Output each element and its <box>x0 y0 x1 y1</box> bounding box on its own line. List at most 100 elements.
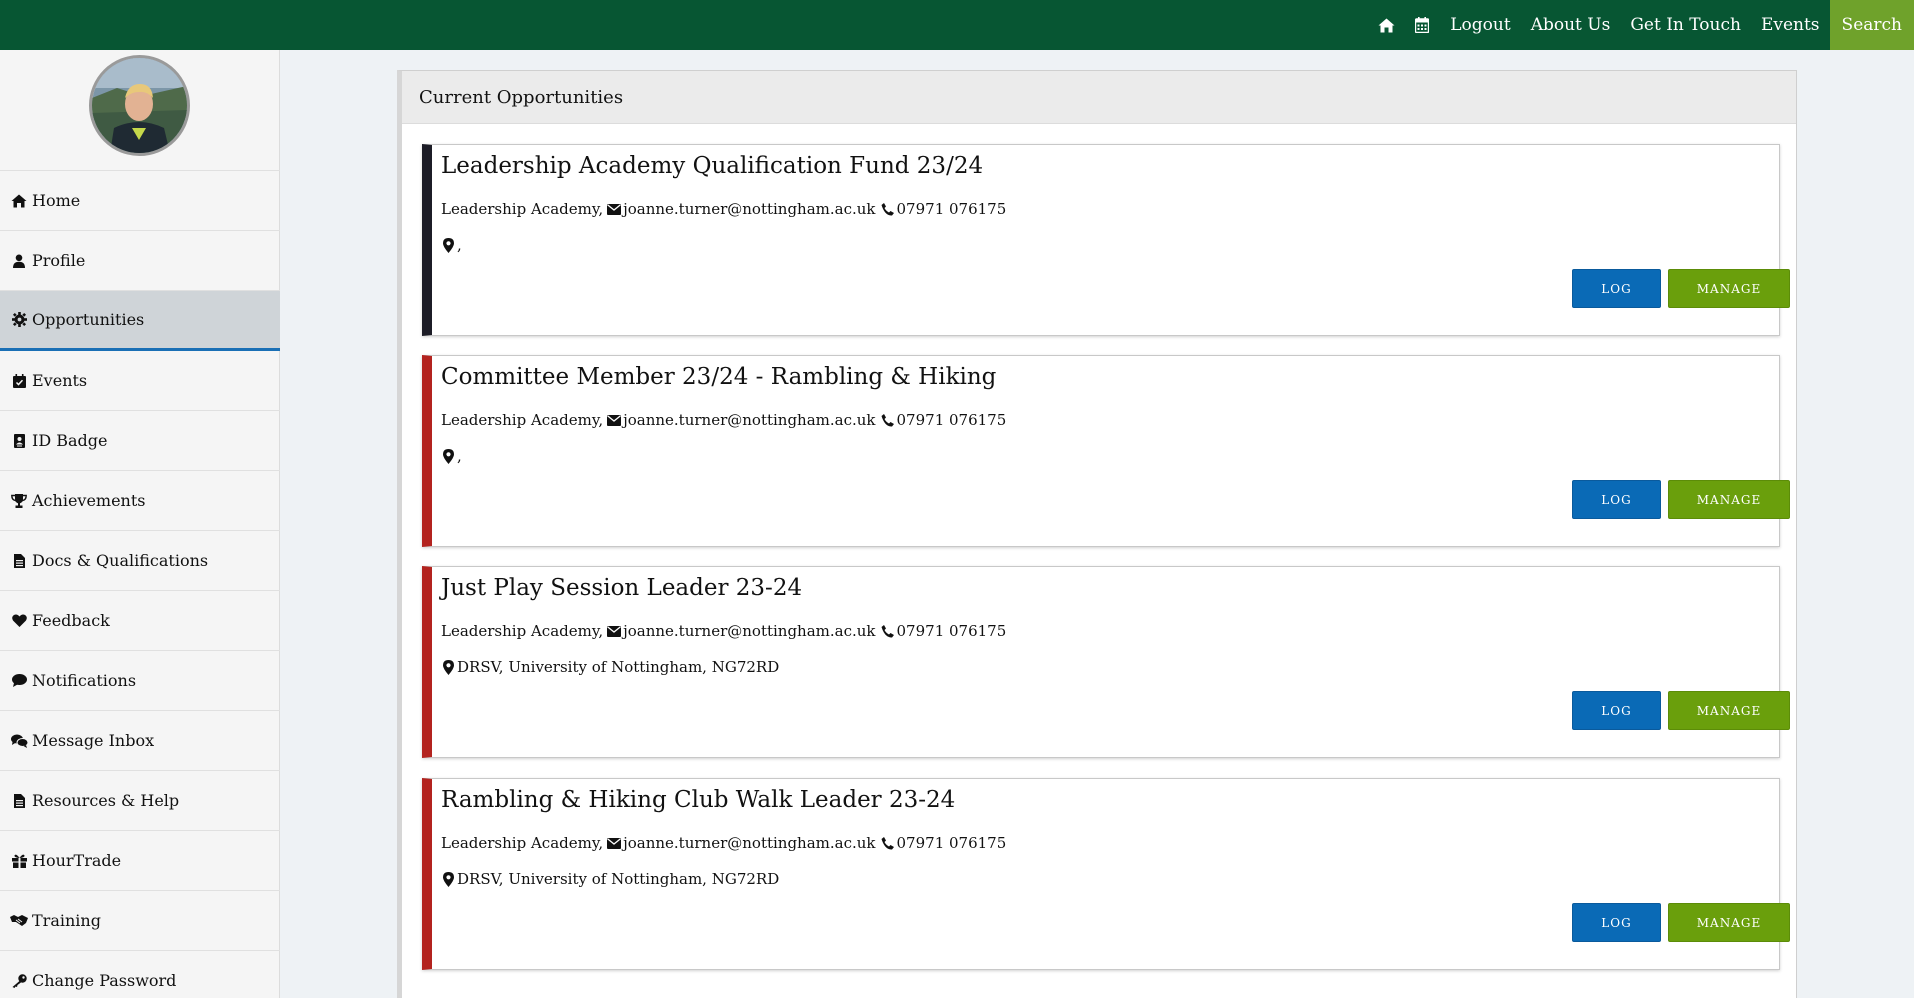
log-button[interactable]: LOG <box>1572 480 1661 519</box>
opportunity-location: , <box>441 447 462 465</box>
sidebar-item-label: Docs & Qualifications <box>32 551 209 570</box>
sidebar-item-events[interactable]: Events <box>0 351 280 411</box>
sidebar-item-opportunities[interactable]: Opportunities <box>0 291 280 351</box>
contact-email[interactable]: joanne.turner@nottingham.ac.uk <box>623 200 875 218</box>
sidebar-item-label: Home <box>32 191 81 210</box>
file-icon <box>10 793 28 809</box>
nav-contact-link[interactable]: Get In Touch <box>1620 0 1751 50</box>
sidebar-item-notifications[interactable]: Notifications <box>0 651 280 711</box>
opportunity-location: DRSV, University of Nottingham, NG72RD <box>441 658 779 676</box>
sidebar-item-label: HourTrade <box>32 851 122 870</box>
opportunity-contact: Leadership Academy, joanne.turner@nottin… <box>441 622 1006 640</box>
sidebar-item-label: Events <box>32 371 88 390</box>
panel-title: Current Opportunities <box>402 71 1796 124</box>
opportunity-card: Just Play Session Leader 23-24 Leadershi… <box>422 566 1790 758</box>
sidebar-item-hourtrade[interactable]: HourTrade <box>0 831 280 891</box>
sidebar-item-resources-help[interactable]: Resources & Help <box>0 771 280 831</box>
home-icon[interactable] <box>1368 0 1404 50</box>
map-marker-icon <box>441 448 456 464</box>
sidebar-item-label: Change Password <box>32 971 177 990</box>
opportunity-title: Just Play Session Leader 23-24 <box>441 575 803 601</box>
organisation-name: Leadership Academy, <box>441 834 604 852</box>
sidebar-item-feedback[interactable]: Feedback <box>0 591 280 651</box>
log-button[interactable]: LOG <box>1572 269 1661 308</box>
map-marker-icon <box>441 237 456 253</box>
opportunity-location: , <box>441 236 462 254</box>
contact-email[interactable]: joanne.turner@nottingham.ac.uk <box>623 834 875 852</box>
handshake-icon <box>10 913 28 929</box>
nav-search-link[interactable]: Search <box>1829 0 1914 50</box>
document-icon <box>10 553 28 569</box>
sidebar-item-label: Achievements <box>32 491 146 510</box>
envelope-icon <box>606 836 622 850</box>
key-icon <box>10 973 28 989</box>
opportunity-card: Leadership Academy Qualification Fund 23… <box>422 144 1790 336</box>
sidebar-item-label: Resources & Help <box>32 791 180 810</box>
sidebar-item-id-badge[interactable]: ID Badge <box>0 411 280 471</box>
sidebar-item-achievements[interactable]: Achievements <box>0 471 280 531</box>
contact-phone: 07971 076175 <box>896 200 1007 218</box>
top-nav: Logout About Us Get In Touch Events Sear… <box>1368 0 1914 50</box>
contact-phone: 07971 076175 <box>896 622 1007 640</box>
opportunity-contact: Leadership Academy, joanne.turner@nottin… <box>441 411 1006 429</box>
envelope-icon <box>606 413 622 427</box>
avatar[interactable] <box>89 55 190 156</box>
manage-button[interactable]: MANAGE <box>1668 691 1790 730</box>
sidebar-item-label: Training <box>32 911 101 930</box>
top-navbar: Logout About Us Get In Touch Events Sear… <box>0 0 1914 50</box>
cog-icon <box>10 312 28 328</box>
organisation-name: Leadership Academy, <box>441 622 604 640</box>
organisation-name: Leadership Academy, <box>441 200 604 218</box>
contact-email[interactable]: joanne.turner@nottingham.ac.uk <box>623 411 875 429</box>
opportunity-card: Rambling & Hiking Club Walk Leader 23-24… <box>422 778 1790 970</box>
opportunity-contact: Leadership Academy, joanne.turner@nottin… <box>441 834 1006 852</box>
log-button[interactable]: LOG <box>1572 691 1661 730</box>
calendar-icon[interactable] <box>1404 0 1440 50</box>
sidebar-item-label: Opportunities <box>32 310 145 329</box>
nav-about-link[interactable]: About Us <box>1521 0 1621 50</box>
sidebar-item-label: Feedback <box>32 611 110 630</box>
sidebar-item-message-inbox[interactable]: Message Inbox <box>0 711 280 771</box>
user-icon <box>10 253 28 269</box>
opportunity-contact: Leadership Academy, joanne.turner@nottin… <box>441 200 1006 218</box>
log-button[interactable]: LOG <box>1572 903 1661 942</box>
organisation-name: Leadership Academy, <box>441 411 604 429</box>
opportunity-title: Leadership Academy Qualification Fund 23… <box>441 153 984 179</box>
map-marker-icon <box>441 871 456 887</box>
sidebar-item-docs-qualifications[interactable]: Docs & Qualifications <box>0 531 280 591</box>
sidebar-item-home[interactable]: Home <box>0 171 280 231</box>
calendar-check-icon <box>10 373 28 389</box>
envelope-icon <box>606 202 622 216</box>
nav-events-link[interactable]: Events <box>1751 0 1830 50</box>
manage-button[interactable]: MANAGE <box>1668 269 1790 308</box>
sidebar-item-change-password[interactable]: Change Password <box>0 951 280 998</box>
phone-icon <box>880 413 896 427</box>
opportunity-location: DRSV, University of Nottingham, NG72RD <box>441 870 779 888</box>
contact-phone: 07971 076175 <box>896 411 1007 429</box>
manage-button[interactable]: MANAGE <box>1668 480 1790 519</box>
nav-logout-link[interactable]: Logout <box>1440 0 1520 50</box>
id-badge-icon <box>10 433 28 449</box>
sidebar-item-profile[interactable]: Profile <box>0 231 280 291</box>
sidebar-item-label: Message Inbox <box>32 731 155 750</box>
contact-email[interactable]: joanne.turner@nottingham.ac.uk <box>623 622 875 640</box>
sidebar-item-label: Profile <box>32 251 86 270</box>
opportunity-title: Committee Member 23/24 - Rambling & Hiki… <box>441 364 997 390</box>
opportunity-card: Committee Member 23/24 - Rambling & Hiki… <box>422 355 1790 547</box>
envelope-icon <box>606 624 622 638</box>
map-marker-icon <box>441 659 456 675</box>
phone-icon <box>880 624 896 638</box>
sidebar-item-training[interactable]: Training <box>0 891 280 951</box>
gift-icon <box>10 853 28 869</box>
opportunity-title: Rambling & Hiking Club Walk Leader 23-24 <box>441 787 956 813</box>
contact-phone: 07971 076175 <box>896 834 1007 852</box>
sidebar-item-label: Notifications <box>32 671 137 690</box>
home-icon <box>10 193 28 209</box>
location-text: , <box>457 236 462 254</box>
location-text: DRSV, University of Nottingham, NG72RD <box>457 658 780 676</box>
opportunities-panel: Current Opportunities Leadership Academy… <box>397 70 1797 998</box>
sidebar-menu: Home Profile Opportunities Events ID Bad… <box>0 170 280 998</box>
manage-button[interactable]: MANAGE <box>1668 903 1790 942</box>
phone-icon <box>880 836 896 850</box>
comments-icon <box>10 733 28 749</box>
